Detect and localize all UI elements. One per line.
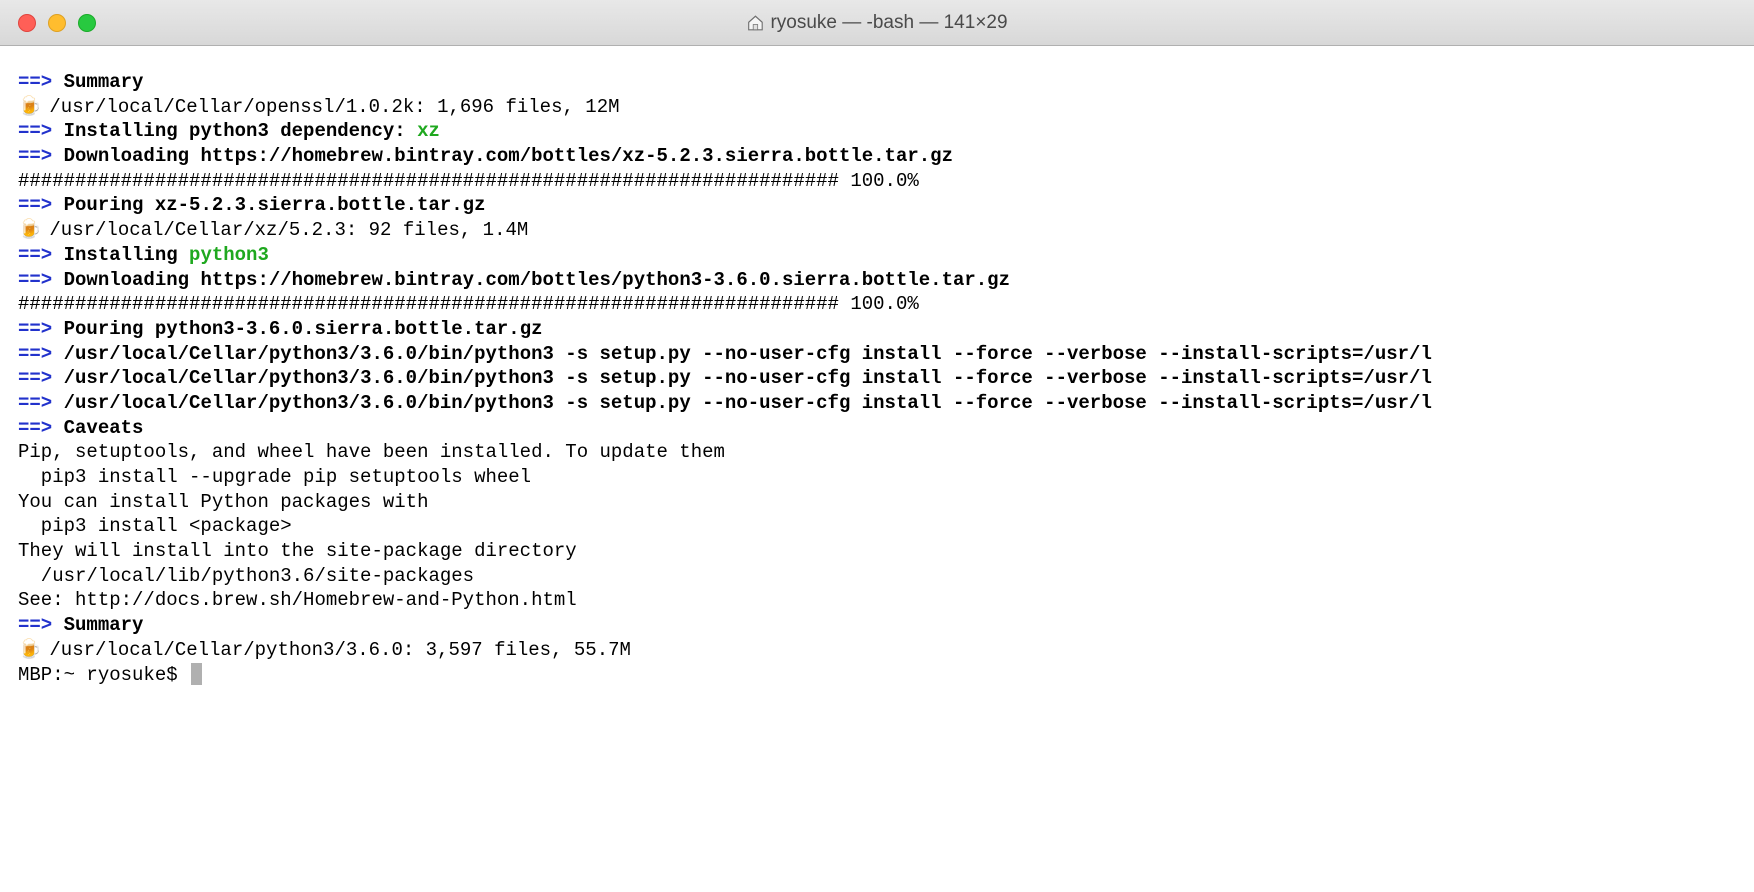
arrow-icon: ==>: [18, 144, 52, 169]
terminal-text: Caveats: [52, 416, 143, 441]
minimize-button[interactable]: [48, 14, 66, 32]
terminal-text: /usr/local/Cellar/python3/3.6.0/bin/pyth…: [52, 391, 1432, 416]
terminal-text: /usr/local/lib/python3.6/site-packages: [18, 564, 474, 589]
terminal-text: ########################################…: [18, 169, 919, 194]
package-name: xz: [417, 119, 440, 144]
arrow-icon: ==>: [18, 342, 52, 367]
terminal-line: 🍺 /usr/local/Cellar/openssl/1.0.2k: 1,69…: [18, 95, 1736, 120]
terminal-line: ==> Installing python3: [18, 243, 1736, 268]
terminal-text: /usr/local/Cellar/openssl/1.0.2k: 1,696 …: [38, 95, 620, 120]
terminal-line: pip3 install --upgrade pip setuptools wh…: [18, 465, 1736, 490]
terminal-text: Pouring xz-5.2.3.sierra.bottle.tar.gz: [52, 193, 485, 218]
terminal-line: See: http://docs.brew.sh/Homebrew-and-Py…: [18, 588, 1736, 613]
terminal-text: Pip, setuptools, and wheel have been ins…: [18, 440, 725, 465]
terminal-line: pip3 install <package>: [18, 514, 1736, 539]
terminal-text: Downloading https://homebrew.bintray.com…: [52, 268, 1010, 293]
arrow-icon: ==>: [18, 119, 52, 144]
terminal-line: ########################################…: [18, 292, 1736, 317]
beer-icon: 🍺: [18, 638, 38, 663]
terminal-line: ==> Downloading https://homebrew.bintray…: [18, 268, 1736, 293]
terminal-text: /usr/local/Cellar/xz/5.2.3: 92 files, 1.…: [38, 218, 528, 243]
arrow-icon: ==>: [18, 366, 52, 391]
terminal-window: ryosuke — -bash — 141×29 ==> Summary🍺 /u…: [0, 0, 1754, 892]
terminal-text: They will install into the site-package …: [18, 539, 577, 564]
terminal-text: pip3 install <package>: [18, 514, 292, 539]
terminal-line: ==> Installing python3 dependency: xz: [18, 119, 1736, 144]
shell-prompt: MBP:~ ryosuke$: [18, 663, 189, 688]
terminal-text: Summary: [52, 70, 143, 95]
prompt-line[interactable]: MBP:~ ryosuke$: [18, 663, 1736, 688]
arrow-icon: ==>: [18, 243, 52, 268]
maximize-button[interactable]: [78, 14, 96, 32]
package-name: python3: [189, 243, 269, 268]
terminal-text: /usr/local/Cellar/python3/3.6.0/bin/pyth…: [52, 342, 1432, 367]
terminal-line: ########################################…: [18, 169, 1736, 194]
arrow-icon: ==>: [18, 268, 52, 293]
titlebar[interactable]: ryosuke — -bash — 141×29: [0, 0, 1754, 46]
terminal-line: 🍺 /usr/local/Cellar/xz/5.2.3: 92 files, …: [18, 218, 1736, 243]
arrow-icon: ==>: [18, 317, 52, 342]
arrow-icon: ==>: [18, 193, 52, 218]
terminal-line: ==> Summary: [18, 70, 1736, 95]
terminal-text: Installing: [52, 243, 189, 268]
terminal-line: 🍺 /usr/local/Cellar/python3/3.6.0: 3,597…: [18, 638, 1736, 663]
home-icon: [746, 14, 764, 32]
terminal-line: ==> Pouring xz-5.2.3.sierra.bottle.tar.g…: [18, 193, 1736, 218]
terminal-text: Pouring python3-3.6.0.sierra.bottle.tar.…: [52, 317, 542, 342]
terminal-content[interactable]: ==> Summary🍺 /usr/local/Cellar/openssl/1…: [0, 46, 1754, 892]
arrow-icon: ==>: [18, 613, 52, 638]
terminal-text: Installing python3 dependency:: [52, 119, 417, 144]
terminal-text: ########################################…: [18, 292, 919, 317]
title-label: ryosuke — -bash — 141×29: [770, 12, 1007, 34]
terminal-line: Pip, setuptools, and wheel have been ins…: [18, 440, 1736, 465]
terminal-text: You can install Python packages with: [18, 490, 428, 515]
terminal-line: ==> Caveats: [18, 416, 1736, 441]
arrow-icon: ==>: [18, 391, 52, 416]
terminal-line: They will install into the site-package …: [18, 539, 1736, 564]
close-button[interactable]: [18, 14, 36, 32]
terminal-line: You can install Python packages with: [18, 490, 1736, 515]
terminal-text: /usr/local/Cellar/python3/3.6.0: 3,597 f…: [38, 638, 631, 663]
arrow-icon: ==>: [18, 70, 52, 95]
terminal-text: Summary: [52, 613, 143, 638]
terminal-line: ==> /usr/local/Cellar/python3/3.6.0/bin/…: [18, 366, 1736, 391]
terminal-line: ==> /usr/local/Cellar/python3/3.6.0/bin/…: [18, 342, 1736, 367]
terminal-text: Downloading https://homebrew.bintray.com…: [52, 144, 953, 169]
terminal-line: ==> /usr/local/Cellar/python3/3.6.0/bin/…: [18, 391, 1736, 416]
terminal-line: ==> Downloading https://homebrew.bintray…: [18, 144, 1736, 169]
arrow-icon: ==>: [18, 416, 52, 441]
traffic-lights: [0, 14, 96, 32]
beer-icon: 🍺: [18, 218, 38, 243]
terminal-line: ==> Summary: [18, 613, 1736, 638]
terminal-text: See: http://docs.brew.sh/Homebrew-and-Py…: [18, 588, 577, 613]
terminal-text: /usr/local/Cellar/python3/3.6.0/bin/pyth…: [52, 366, 1432, 391]
terminal-line: ==> Pouring python3-3.6.0.sierra.bottle.…: [18, 317, 1736, 342]
beer-icon: 🍺: [18, 95, 38, 120]
terminal-text: pip3 install --upgrade pip setuptools wh…: [18, 465, 531, 490]
cursor: [191, 663, 202, 685]
terminal-line: /usr/local/lib/python3.6/site-packages: [18, 564, 1736, 589]
window-title: ryosuke — -bash — 141×29: [746, 12, 1007, 34]
